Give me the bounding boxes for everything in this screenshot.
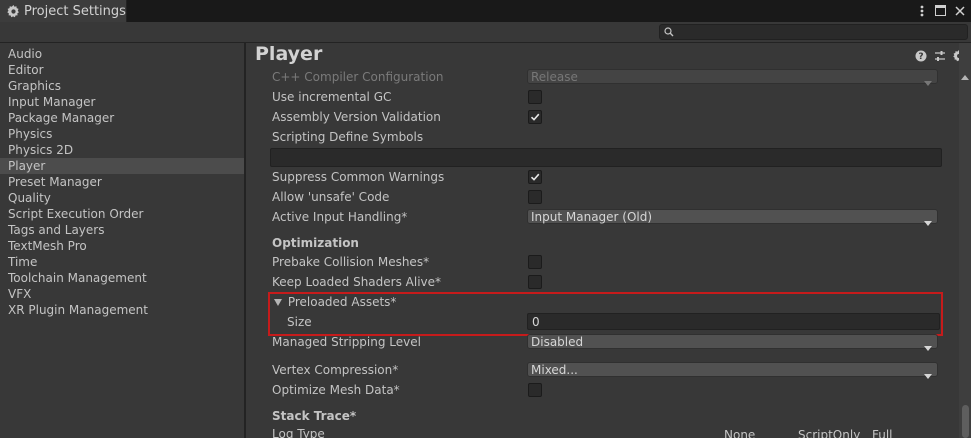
chevron-down-icon	[924, 368, 932, 383]
chevron-down-icon	[924, 340, 932, 355]
scripting-define-input[interactable]	[270, 148, 942, 167]
active-input-value: Input Manager (Old)	[531, 210, 653, 224]
vertex-compression-label: Vertex Compression*	[272, 363, 399, 377]
prebake-checkbox[interactable]	[528, 255, 542, 269]
search-input[interactable]	[659, 24, 968, 40]
sidebar-item-preset-manager[interactable]: Preset Manager	[0, 174, 244, 190]
sidebar-item-vfx[interactable]: VFX	[0, 286, 244, 302]
sidebar-item-package-manager[interactable]: Package Manager	[0, 110, 244, 126]
vertex-compression-value: Mixed...	[531, 363, 578, 377]
suppress-warnings-checkbox[interactable]	[528, 170, 542, 184]
highlight-box	[268, 292, 943, 336]
log-column-scriptonly: ScriptOnly	[798, 428, 861, 438]
keep-shaders-checkbox[interactable]	[528, 275, 542, 289]
allow-unsafe-checkbox[interactable]	[528, 190, 542, 204]
stripping-level-value: Disabled	[531, 335, 584, 349]
sidebar-item-player[interactable]: Player	[0, 158, 244, 174]
more-options-icon[interactable]	[914, 2, 929, 19]
log-column-none: None	[724, 428, 756, 438]
cpp-compiler-label: C++ Compiler Configuration	[272, 70, 444, 84]
maximize-icon[interactable]	[933, 2, 948, 19]
tab-title: Project Settings	[24, 3, 126, 19]
sidebar-item-physics[interactable]: Physics	[0, 126, 244, 142]
cpp-compiler-value: Release	[531, 70, 578, 84]
active-input-label: Active Input Handling*	[272, 210, 408, 224]
scrollbar-thumb[interactable]	[962, 405, 969, 438]
sidebar-item-tags-and-layers[interactable]: Tags and Layers	[0, 222, 244, 238]
sidebar-item-physics-2d[interactable]: Physics 2D	[0, 142, 244, 158]
assembly-validation-checkbox[interactable]	[528, 110, 542, 124]
sidebar-item-graphics[interactable]: Graphics	[0, 78, 244, 94]
sidebar-item-editor[interactable]: Editor	[0, 62, 244, 78]
allow-unsafe-label: Allow 'unsafe' Code	[272, 190, 390, 204]
log-type-label: Log Type	[272, 427, 325, 438]
sidebar-item-time[interactable]: Time	[0, 254, 244, 270]
sidebar-item-textmesh-pro[interactable]: TextMesh Pro	[0, 238, 244, 254]
gear-icon	[6, 4, 20, 18]
checkmark-icon	[530, 113, 540, 121]
presets-icon[interactable]	[933, 49, 946, 62]
close-icon[interactable]	[952, 2, 967, 19]
vertical-scrollbar[interactable]	[959, 43, 971, 438]
prebake-label: Prebake Collision Meshes*	[272, 255, 430, 269]
stack-trace-header: Stack Trace*	[272, 409, 357, 423]
scripting-define-label: Scripting Define Symbols	[272, 130, 424, 144]
search-icon	[664, 26, 674, 40]
vertex-compression-dropdown[interactable]: Mixed...	[527, 362, 938, 379]
stripping-level-dropdown[interactable]: Disabled	[527, 334, 938, 351]
chevron-down-icon	[924, 75, 932, 90]
sidebar-item-xr-plugin-management[interactable]: XR Plugin Management	[0, 302, 244, 318]
sidebar-item-audio[interactable]: Audio	[0, 46, 244, 62]
incremental-gc-label: Use incremental GC	[272, 90, 392, 104]
stripping-level-label: Managed Stripping Level	[272, 335, 421, 349]
tab-bar: Project Settings	[0, 0, 971, 22]
incremental-gc-checkbox[interactable]	[528, 90, 542, 104]
tab-project-settings[interactable]: Project Settings	[0, 0, 127, 22]
sidebar-item-toolchain-management[interactable]: Toolchain Management	[0, 270, 244, 286]
cpp-compiler-dropdown: Release	[527, 69, 938, 86]
optimization-header: Optimization	[272, 236, 359, 250]
help-icon[interactable]: ?	[914, 49, 927, 62]
active-input-dropdown[interactable]: Input Manager (Old)	[527, 209, 938, 226]
player-settings-panel: Player ? C++ Compiler Configuration Rele…	[246, 43, 971, 438]
optimize-mesh-checkbox[interactable]	[528, 383, 542, 397]
suppress-warnings-label: Suppress Common Warnings	[272, 170, 445, 184]
assembly-validation-label: Assembly Version Validation	[272, 110, 441, 124]
sidebar-item-input-manager[interactable]: Input Manager	[0, 94, 244, 110]
svg-text:?: ?	[918, 52, 923, 62]
sidebar-item-script-execution-order[interactable]: Script Execution Order	[0, 206, 244, 222]
settings-sidebar: Audio Editor Graphics Input Manager Pack…	[0, 43, 244, 438]
scroll-up-icon[interactable]	[961, 69, 969, 83]
page-title: Player	[255, 43, 323, 65]
log-column-full: Full	[872, 428, 893, 438]
keep-shaders-label: Keep Loaded Shaders Alive*	[272, 275, 442, 289]
chevron-down-icon	[924, 215, 932, 230]
checkmark-icon	[530, 173, 540, 181]
optimize-mesh-label: Optimize Mesh Data*	[272, 383, 400, 397]
sidebar-item-quality[interactable]: Quality	[0, 190, 244, 206]
